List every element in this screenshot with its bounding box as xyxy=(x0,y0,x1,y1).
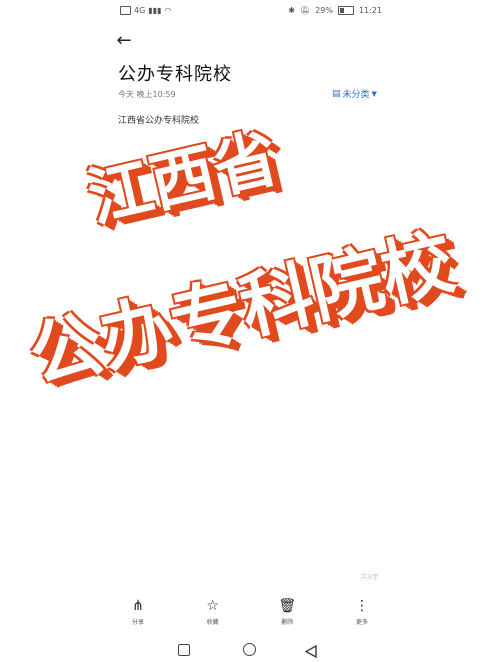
system-nav-bar xyxy=(0,638,500,659)
arrow-left-icon: ← xyxy=(116,29,132,51)
signal-icon: ▮▮▮ xyxy=(148,6,162,15)
chevron-down-icon: ▼ xyxy=(371,89,377,98)
favorite-button[interactable]: ☆ 收藏 xyxy=(185,598,241,630)
overlay-line-2: 公办专科院校 xyxy=(21,219,462,399)
folder-icon: ▤ xyxy=(332,88,341,99)
share-label: 分享 xyxy=(131,619,144,626)
overlay-graphic: 江西省 公办专科院校 xyxy=(0,0,500,659)
home-button[interactable] xyxy=(243,643,256,656)
clock: 11:21 xyxy=(358,6,382,15)
nav-back-button[interactable] xyxy=(304,643,319,659)
status-right: ✱ 🔕︎ 29% 11:21 xyxy=(288,6,382,15)
more-label: 更多 xyxy=(355,619,368,626)
more-button[interactable]: ⋮ 更多 xyxy=(334,598,390,630)
recent-apps-button[interactable] xyxy=(178,644,190,656)
status-bar: 4G ▮▮▮ ◠ ✱ 🔕︎ 29% 11:21 xyxy=(0,0,500,22)
category-label: 未分类 xyxy=(342,90,370,100)
battery-icon xyxy=(337,6,354,15)
mute-icon: 🔕︎ xyxy=(300,6,311,15)
share-icon: ⋔ xyxy=(132,598,144,614)
delete-button[interactable]: 🗑︎ 删除 xyxy=(259,598,315,630)
note-body[interactable]: 江西省公办专科院校 xyxy=(118,113,199,126)
sim-icon xyxy=(120,6,131,15)
wifi-icon: ◠ xyxy=(164,6,172,15)
note-date: 今天 晚上10:59 xyxy=(118,90,176,99)
status-left: 4G ▮▮▮ ◠ xyxy=(120,6,172,15)
star-icon: ☆ xyxy=(206,598,219,614)
battery-percent: 29% xyxy=(315,6,333,15)
category-selector[interactable]: ▤ 未分类 ▼ xyxy=(332,87,377,101)
more-vertical-icon: ⋮ xyxy=(354,598,369,614)
network-type: 4G xyxy=(134,6,146,15)
favorite-label: 收藏 xyxy=(206,619,219,626)
word-count: 共9字 xyxy=(360,573,379,581)
bottom-toolbar: ⋔ 分享 ☆ 收藏 🗑︎ 删除 ⋮ 更多 xyxy=(110,598,390,630)
trash-icon: 🗑︎ xyxy=(278,598,297,614)
page-title: 公办专科院校 xyxy=(118,64,232,85)
overlay-line-1: 江西省 xyxy=(81,121,286,237)
share-button[interactable]: ⋔ 分享 xyxy=(110,598,166,630)
bluetooth-icon: ✱ xyxy=(288,6,295,15)
delete-label: 删除 xyxy=(281,619,294,626)
triangle-back-icon xyxy=(304,644,317,659)
back-button[interactable]: ← xyxy=(112,28,136,52)
